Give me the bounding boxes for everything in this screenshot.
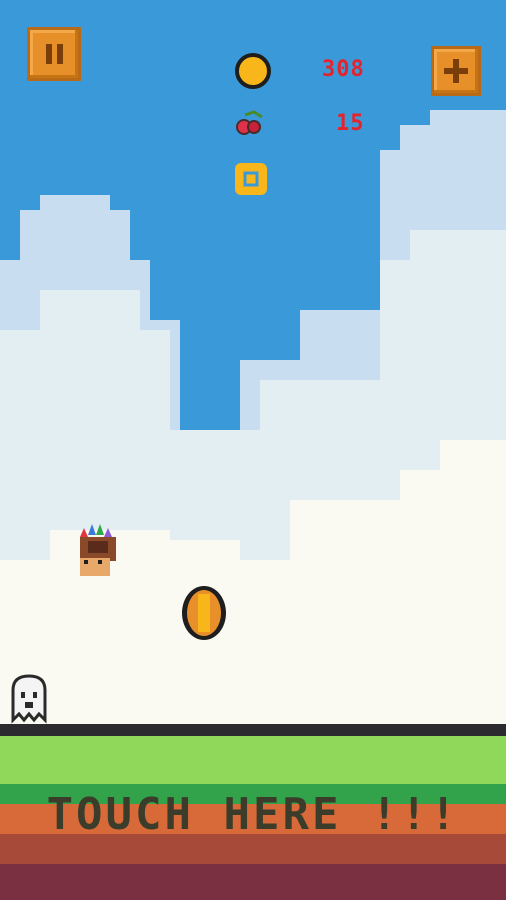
game-scene (0, 0, 506, 900)
dirt-dark-strip (0, 864, 506, 900)
plus-icon (444, 59, 468, 83)
pause-button[interactable] (27, 27, 81, 81)
pause-icon (46, 44, 63, 64)
cherry-counter: 15 (336, 111, 365, 136)
touch-here-label[interactable]: TOUCH HERE !!! (0, 789, 506, 840)
ground-edge (0, 724, 506, 736)
coin-icon (235, 53, 271, 89)
spinning-coin (182, 586, 226, 640)
ghost-enemy (11, 674, 47, 724)
ring-icon (235, 163, 267, 195)
grass-strip (0, 736, 506, 784)
coin-counter: 308 (322, 57, 365, 82)
add-button[interactable] (431, 46, 481, 96)
